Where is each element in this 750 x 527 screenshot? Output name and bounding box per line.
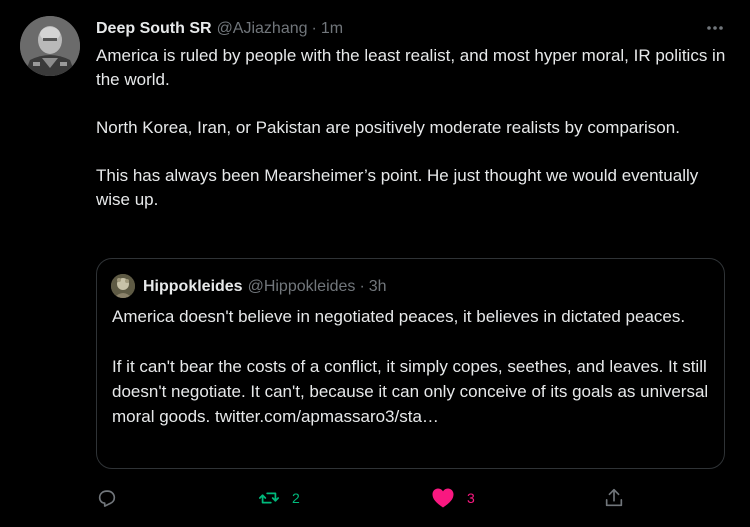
tweet-paragraph: America is ruled by people with the leas… xyxy=(96,46,726,89)
tweet-actions: 2 3 xyxy=(0,484,750,512)
author-display-name[interactable]: Deep South SR xyxy=(96,20,212,38)
quoted-tweet-paragraph: America doesn't believe in negotiated pe… xyxy=(112,307,686,326)
quoted-author-display-name: Hippokleides xyxy=(143,278,243,295)
quoted-tweet[interactable]: Hippokleides @Hippokleides · 3h America … xyxy=(96,258,725,469)
quoted-author-avatar xyxy=(111,274,135,298)
tweet-timestamp[interactable]: 1m xyxy=(321,20,343,38)
quoted-tweet-paragraph: If it can't bear the costs of a conflict… xyxy=(112,357,709,426)
tweet: Deep South SR @AJiazhang · 1m America is… xyxy=(0,0,750,527)
quoted-tweet-header: Hippokleides @Hippokleides · 3h xyxy=(143,276,387,298)
author-avatar[interactable] xyxy=(20,16,80,76)
author-avatar-image xyxy=(20,16,80,76)
quoted-tweet-text: America doesn't believe in negotiated pe… xyxy=(112,304,712,429)
share-icon xyxy=(605,488,623,507)
separator-dot: · xyxy=(311,20,317,37)
retweet-button[interactable]: 2 xyxy=(258,484,300,512)
like-button[interactable]: 3 xyxy=(431,484,475,512)
tweet-header: Deep South SR @AJiazhang · 1m xyxy=(96,18,343,40)
author-handle[interactable]: @AJiazhang xyxy=(217,20,308,38)
like-count: 3 xyxy=(467,490,475,506)
quoted-author-handle: @Hippokleides xyxy=(247,278,356,295)
share-button[interactable] xyxy=(603,484,625,512)
reply-icon xyxy=(98,490,116,507)
tweet-text: America is ruled by people with the leas… xyxy=(96,44,736,212)
separator-dot: · xyxy=(359,278,365,295)
retweet-count: 2 xyxy=(292,490,300,506)
retweet-icon xyxy=(258,492,280,504)
reply-button[interactable] xyxy=(96,484,118,512)
tweet-paragraph: North Korea, Iran, or Pakistan are posit… xyxy=(96,118,680,137)
more-icon[interactable] xyxy=(700,17,730,39)
tweet-paragraph: This has always been Mearsheimer’s point… xyxy=(96,166,699,209)
quoted-tweet-timestamp: 3h xyxy=(368,278,387,295)
heart-icon xyxy=(432,488,454,508)
